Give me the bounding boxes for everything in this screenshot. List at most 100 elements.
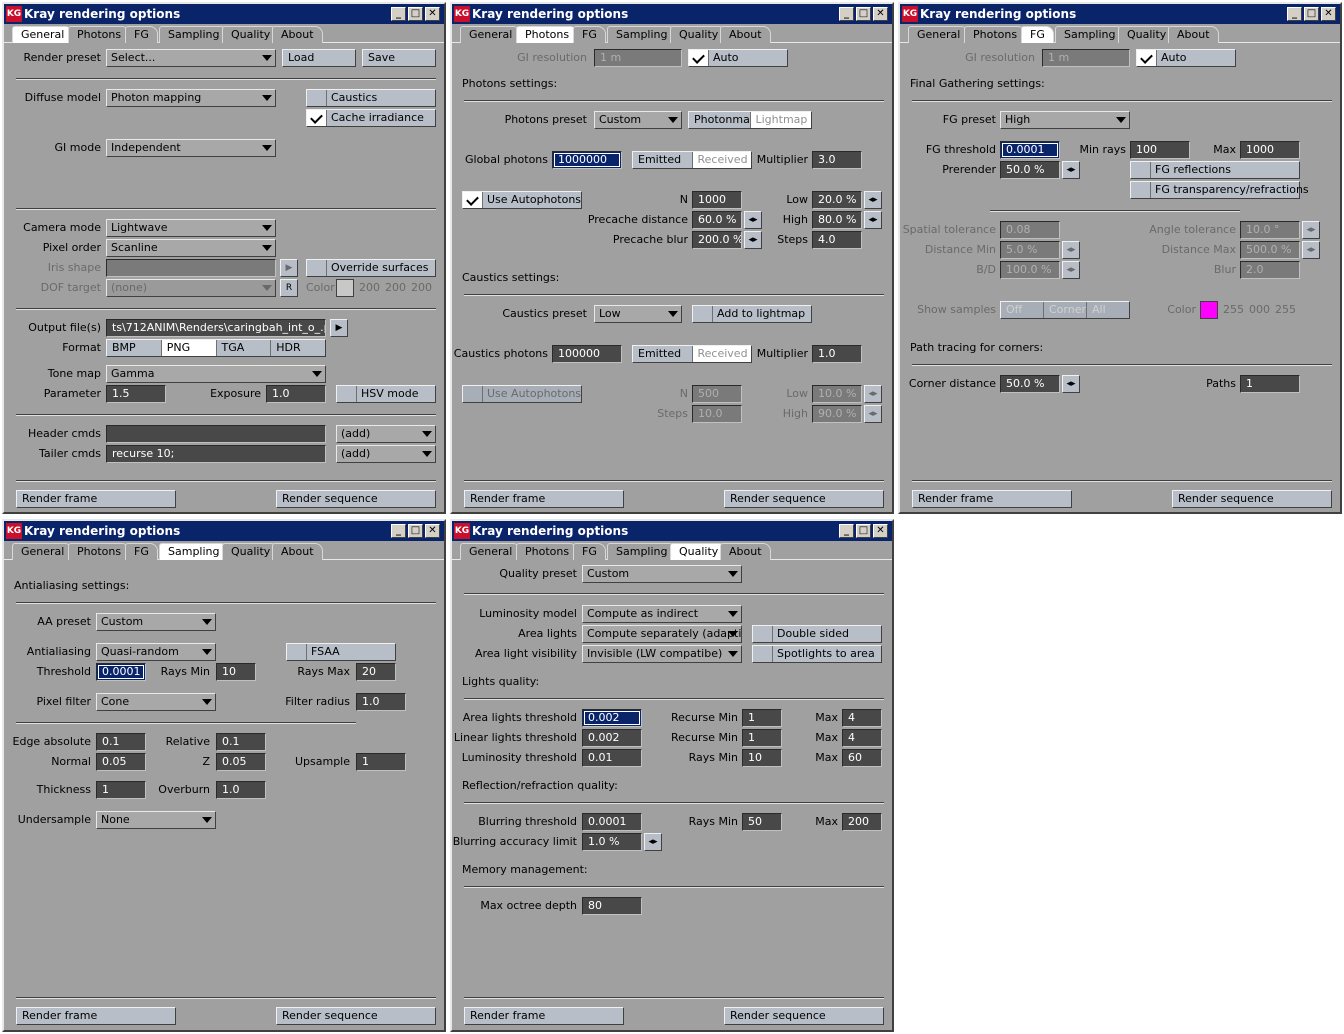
photons-preset-dropdown[interactable]: Custom xyxy=(594,111,682,129)
close-icon[interactable]: ✕ xyxy=(873,524,888,538)
exposure-field[interactable]: 1.0 xyxy=(266,385,326,403)
fg-color-swatch[interactable] xyxy=(1200,301,1218,319)
blurring-threshold-field[interactable]: 0.0001 xyxy=(582,813,642,831)
fg-preset-dropdown[interactable]: High xyxy=(1000,111,1130,129)
cache-irradiance-checkbox[interactable]: Cache irradiance xyxy=(306,109,436,127)
tab-about[interactable]: About xyxy=(720,543,771,560)
fg-color-b[interactable]: 255 xyxy=(1272,301,1296,319)
close-icon[interactable]: ✕ xyxy=(425,7,440,21)
received-option[interactable]: Received xyxy=(692,152,751,168)
iris-shape-arrow-icon[interactable]: ▶ xyxy=(280,259,298,277)
override-surfaces-checkbox[interactable]: Override surfaces xyxy=(306,259,436,277)
tab-quality[interactable]: Quality xyxy=(222,26,280,43)
distance-max-stepper-icon[interactable]: ◂▸ xyxy=(1302,241,1320,259)
diffuse-model-dropdown[interactable]: Photon mapping xyxy=(106,89,276,107)
undersample-dropdown[interactable]: None xyxy=(96,811,216,829)
render-frame-button[interactable]: Render frame xyxy=(16,490,176,508)
tab-photons[interactable]: Photons xyxy=(68,543,131,560)
maximize-icon[interactable]: □ xyxy=(1304,7,1319,21)
header-cmds-field[interactable] xyxy=(106,425,326,443)
rays-min-field[interactable]: 10 xyxy=(216,663,256,681)
format-tga[interactable]: TGA xyxy=(216,340,272,356)
tab-photons[interactable]: Photons xyxy=(68,26,131,43)
low-field[interactable]: 20.0 % xyxy=(812,191,862,209)
dof-target-dropdown[interactable]: (none) xyxy=(106,279,276,297)
tab-quality[interactable]: Quality xyxy=(670,26,728,43)
tab-sampling[interactable]: Sampling xyxy=(159,543,229,560)
distance-min-field[interactable]: 5.0 % xyxy=(1000,241,1060,259)
render-sequence-button[interactable]: Render sequence xyxy=(724,1007,884,1025)
tab-about[interactable]: About xyxy=(272,26,323,43)
tab-photons[interactable]: Photons xyxy=(516,26,579,43)
use-autophotons-checkbox[interactable]: Use Autophotons xyxy=(462,191,582,209)
tab-about[interactable]: About xyxy=(720,26,771,43)
maximize-icon[interactable]: □ xyxy=(408,7,423,21)
tab-sampling[interactable]: Sampling xyxy=(159,26,229,43)
tab-general[interactable]: General xyxy=(908,26,970,43)
title-bar[interactable]: KG Kray rendering options _ □ ✕ xyxy=(4,521,444,541)
caustics-multiplier-field[interactable]: 1.0 xyxy=(812,345,862,363)
luminosity-model-dropdown[interactable]: Compute as indirect xyxy=(582,605,742,623)
upsample-field[interactable]: 1 xyxy=(356,753,406,771)
tailer-cmds-field[interactable]: recurse 10; xyxy=(106,445,326,463)
render-frame-button[interactable]: Render frame xyxy=(464,490,624,508)
title-bar[interactable]: KG Kray rendering options _ □ ✕ xyxy=(452,521,892,541)
steps-field[interactable]: 4.0 xyxy=(812,231,862,249)
rays-max-field[interactable]: 20 xyxy=(356,663,396,681)
precache-distance-field[interactable]: 60.0 % xyxy=(692,211,742,229)
tab-quality[interactable]: Quality xyxy=(670,543,728,560)
filter-radius-field[interactable]: 1.0 xyxy=(356,693,406,711)
aa-preset-dropdown[interactable]: Custom xyxy=(96,613,216,631)
show-samples-off[interactable]: Off xyxy=(1001,302,1044,318)
high-field[interactable]: 80.0 % xyxy=(812,211,862,229)
angle-tolerance-stepper-icon[interactable]: ◂▸ xyxy=(1302,221,1320,239)
caustics-preset-dropdown[interactable]: Low xyxy=(594,305,682,323)
render-frame-button[interactable]: Render frame xyxy=(464,1007,624,1025)
close-icon[interactable]: ✕ xyxy=(425,524,440,538)
caustics-steps-field[interactable]: 10.0 xyxy=(692,405,742,423)
recurse-min-field-2[interactable]: 1 xyxy=(742,729,782,747)
tone-map-dropdown[interactable]: Gamma xyxy=(106,365,326,383)
tab-fg[interactable]: FG xyxy=(125,26,158,43)
antialiasing-dropdown[interactable]: Quasi-random xyxy=(96,643,216,661)
emitted-option[interactable]: Emitted xyxy=(633,152,693,168)
tab-fg[interactable]: FG xyxy=(125,543,158,560)
minimize-icon[interactable]: _ xyxy=(1287,7,1302,21)
title-bar[interactable]: KG Kray rendering options _ □ ✕ xyxy=(4,4,444,24)
multiplier-field[interactable]: 3.0 xyxy=(812,151,862,169)
distance-max-field[interactable]: 500.0 % xyxy=(1240,241,1300,259)
precache-blur-field[interactable]: 200.0 % xyxy=(692,231,742,249)
render-preset-dropdown[interactable]: Select... xyxy=(106,49,276,67)
max-field[interactable]: 1000 xyxy=(1240,141,1300,159)
color-r-value[interactable]: 200 xyxy=(356,279,380,297)
gi-auto-checkbox[interactable]: Auto xyxy=(1136,49,1236,67)
fg-color-g[interactable]: 000 xyxy=(1246,301,1270,319)
angle-tolerance-field[interactable]: 10.0 ° xyxy=(1240,221,1300,239)
photonmap-option[interactable]: Photonmap xyxy=(689,112,751,128)
min-rays-field[interactable]: 100 xyxy=(1130,141,1190,159)
emitted-received-selector[interactable]: Emitted Received xyxy=(632,151,752,169)
blurring-accuracy-stepper-icon[interactable]: ◂▸ xyxy=(644,833,662,851)
fg-reflections-checkbox[interactable]: FG reflections xyxy=(1130,161,1300,179)
area-lights-dropdown[interactable]: Compute separately (adapti... xyxy=(582,625,742,643)
iris-shape-field[interactable] xyxy=(106,259,276,277)
z-field[interactable]: 0.05 xyxy=(216,753,266,771)
caustics-low-stepper-icon[interactable]: ◂▸ xyxy=(864,385,882,403)
tab-about[interactable]: About xyxy=(1168,26,1219,43)
pixel-filter-dropdown[interactable]: Cone xyxy=(96,693,216,711)
fg-threshold-field[interactable]: 0.0001 xyxy=(1000,141,1060,159)
caustics-high-stepper-icon[interactable]: ◂▸ xyxy=(864,405,882,423)
caustics-n-field[interactable]: 500 xyxy=(692,385,742,403)
tab-general[interactable]: General xyxy=(12,26,74,43)
tab-sampling[interactable]: Sampling xyxy=(607,543,677,560)
double-sided-checkbox[interactable]: Double sided xyxy=(752,625,882,643)
close-icon[interactable]: ✕ xyxy=(1321,7,1336,21)
max-field-1[interactable]: 4 xyxy=(842,709,882,727)
area-lights-threshold-field[interactable]: 0.002 xyxy=(582,709,642,727)
title-bar[interactable]: KG Kray rendering options _ □ ✕ xyxy=(900,4,1340,24)
caustics-photons-field[interactable]: 100000 xyxy=(552,345,622,363)
minimize-icon[interactable]: _ xyxy=(839,7,854,21)
tab-fg[interactable]: FG xyxy=(573,26,606,43)
distance-min-stepper-icon[interactable]: ◂▸ xyxy=(1062,241,1080,259)
luminosity-threshold-field[interactable]: 0.01 xyxy=(582,749,642,767)
